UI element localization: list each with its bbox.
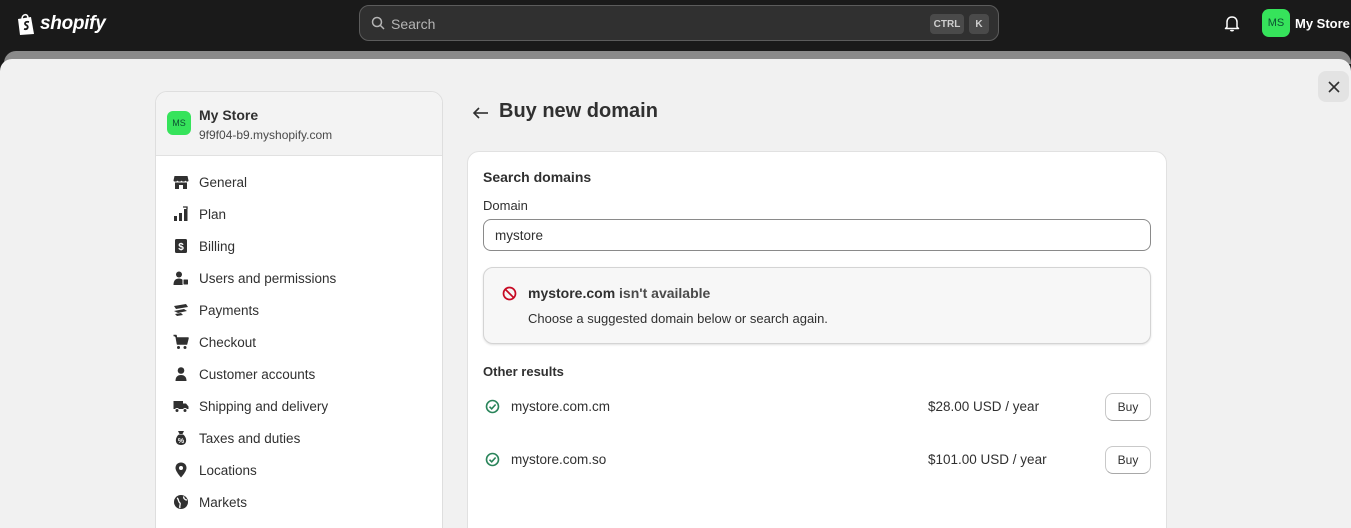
- sidebar-item-label: Locations: [199, 463, 257, 478]
- top-bar: shopify Search CTRL K MS My Store: [0, 0, 1351, 50]
- notice-title: mystore.com isn't available: [528, 285, 710, 301]
- store-menu-name[interactable]: My Store: [1295, 16, 1350, 31]
- domain-input[interactable]: [483, 219, 1151, 251]
- store-avatar: MS: [167, 111, 191, 135]
- result-price: $28.00 USD / year: [928, 399, 1040, 414]
- buy-button[interactable]: Buy: [1105, 393, 1151, 421]
- truck-icon: [173, 401, 189, 413]
- settings-sidebar: MS My Store 9f9f04-b9.myshopify.com Gene…: [155, 91, 443, 528]
- money-bag-icon: %: [175, 431, 187, 445]
- plan-chart-icon: [174, 206, 188, 221]
- shortcut-ctrl-key: CTRL: [930, 14, 964, 34]
- shopify-bag-icon: [18, 13, 34, 35]
- unavailable-domain: mystore.com: [528, 285, 616, 301]
- other-results-heading: Other results: [483, 364, 564, 379]
- sidebar-item-general[interactable]: General: [156, 166, 442, 198]
- sidebar-item-label: General: [199, 175, 248, 190]
- unavailable-notice: mystore.com isn't available Choose a sug…: [483, 267, 1151, 344]
- check-circle-icon: [485, 452, 500, 467]
- search-bar[interactable]: Search CTRL K: [359, 5, 999, 41]
- settings-nav: General Plan $ Billing Users and permiss…: [156, 166, 442, 518]
- store-header: MS My Store 9f9f04-b9.myshopify.com: [156, 92, 442, 156]
- sidebar-item-label: Customer accounts: [199, 367, 316, 382]
- sidebar-item-markets[interactable]: Markets: [156, 486, 442, 518]
- person-icon: [175, 367, 187, 381]
- check-circle-icon: [485, 399, 500, 414]
- store-icon: [173, 176, 189, 189]
- page-title: Buy new domain: [499, 100, 658, 122]
- sidebar-item-shipping-and-delivery[interactable]: Shipping and delivery: [156, 390, 442, 422]
- sidebar-item-label: Checkout: [199, 335, 257, 350]
- user-avatar[interactable]: MS: [1262, 9, 1290, 37]
- prohibited-icon: [502, 286, 517, 301]
- brand-name: shopify: [40, 13, 106, 34]
- sidebar-item-locations[interactable]: Locations: [156, 454, 442, 486]
- result-price: $101.00 USD / year: [928, 452, 1047, 467]
- notice-message: Choose a suggested domain below or searc…: [528, 311, 828, 326]
- sidebar-item-users-and-permissions[interactable]: Users and permissions: [156, 262, 442, 294]
- sidebar-item-label: Markets: [199, 495, 248, 510]
- domain-field-label: Domain: [483, 198, 528, 213]
- result-domain: mystore.com.so: [511, 452, 607, 467]
- cart-icon: [173, 334, 189, 349]
- bell-icon[interactable]: [1223, 14, 1241, 32]
- payments-icon: [174, 304, 188, 316]
- close-icon: [1327, 80, 1340, 93]
- settings-modal: MS My Store 9f9f04-b9.myshopify.com Gene…: [0, 59, 1351, 528]
- search-icon: [371, 16, 385, 30]
- sidebar-item-label: Shipping and delivery: [199, 399, 329, 414]
- store-domain: 9f9f04-b9.myshopify.com: [199, 128, 333, 142]
- sidebar-item-label: Plan: [199, 207, 227, 222]
- buy-button[interactable]: Buy: [1105, 446, 1151, 474]
- sidebar-item-customer-accounts[interactable]: Customer accounts: [156, 358, 442, 390]
- close-button[interactable]: [1318, 71, 1349, 102]
- result-domain: mystore.com.cm: [511, 399, 611, 414]
- store-name: My Store: [199, 107, 259, 123]
- sidebar-item-label: Users and permissions: [199, 271, 337, 286]
- sidebar-item-taxes-and-duties[interactable]: % Taxes and duties: [156, 422, 442, 454]
- sidebar-item-checkout[interactable]: Checkout: [156, 326, 442, 358]
- svg-text:$: $: [178, 242, 184, 253]
- location-pin-icon: [175, 462, 187, 478]
- billing-receipt-icon: $: [175, 239, 187, 253]
- globe-icon: [174, 495, 188, 509]
- domain-result-row: mystore.com.so $101.00 USD / year Buy: [483, 445, 1151, 475]
- sidebar-item-label: Payments: [199, 303, 260, 318]
- back-arrow-icon[interactable]: [472, 105, 490, 121]
- sidebar-item-label: Billing: [199, 239, 236, 254]
- unavailable-status: isn't available: [619, 285, 711, 301]
- sidebar-item-billing[interactable]: $ Billing: [156, 230, 442, 262]
- shopify-logo[interactable]: shopify: [16, 11, 106, 37]
- domain-result-row: mystore.com.cm $28.00 USD / year Buy: [483, 392, 1151, 422]
- sidebar-item-label: Taxes and duties: [199, 431, 301, 446]
- shortcut-k-key: K: [969, 14, 989, 34]
- sidebar-item-plan[interactable]: Plan: [156, 198, 442, 230]
- card-title: Search domains: [483, 169, 592, 185]
- sidebar-item-payments[interactable]: Payments: [156, 294, 442, 326]
- search-domains-card: Search domains Domain mystore.com isn't …: [467, 151, 1167, 528]
- users-icon: [173, 271, 189, 286]
- search-placeholder: Search: [391, 16, 436, 32]
- svg-text:%: %: [178, 438, 185, 445]
